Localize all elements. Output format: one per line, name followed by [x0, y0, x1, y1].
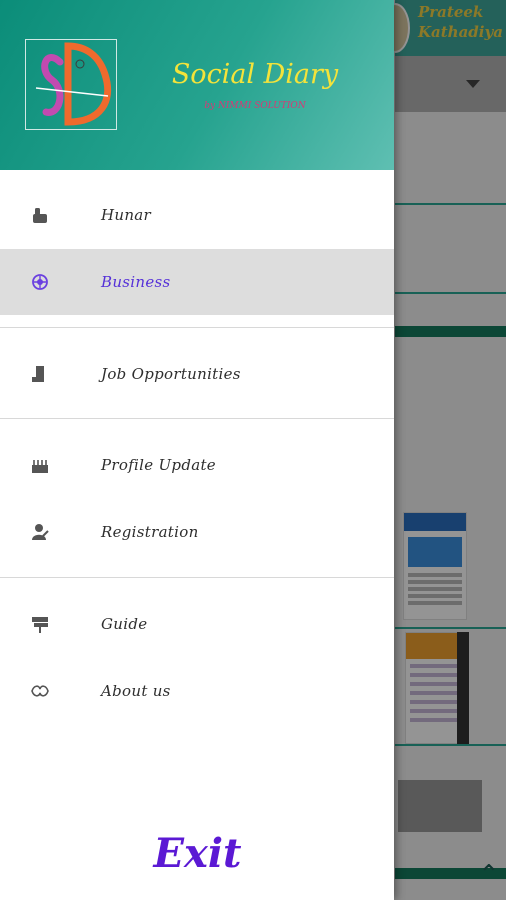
- about-icon: [29, 681, 51, 701]
- menu-item-label: Profile Update: [101, 456, 216, 474]
- guide-icon: [29, 614, 51, 634]
- menu-item-label: Hunar: [101, 206, 152, 224]
- menu-item-guide[interactable]: Guide: [0, 591, 394, 657]
- menu-item-registration[interactable]: Registration: [0, 499, 394, 565]
- menu-item-hunar[interactable]: Hunar: [0, 182, 394, 248]
- exit-button[interactable]: Exit: [130, 826, 265, 882]
- menu-item-label: About us: [101, 682, 171, 700]
- registration-icon: [29, 522, 51, 542]
- menu-item-label: Registration: [101, 523, 199, 541]
- menu-item-profile-update[interactable]: Profile Update: [0, 432, 394, 498]
- menu-item-label: Job Opportunities: [101, 365, 241, 383]
- menu-item-business[interactable]: Business: [0, 249, 394, 315]
- job-icon: [29, 364, 51, 384]
- app-logo: [25, 39, 117, 130]
- drawer-header: Social Diary by NIMMI SOLUTION: [0, 0, 394, 170]
- menu-item-job-opportunities[interactable]: Job Opportunities: [0, 341, 394, 407]
- business-icon: [29, 272, 51, 292]
- profile-update-icon: [29, 455, 51, 475]
- menu-divider: [0, 418, 394, 419]
- navigation-drawer: Social Diary by NIMMI SOLUTION Hunar Bus…: [0, 0, 394, 900]
- logo-icon: [35, 42, 112, 126]
- app-subtitle: by NIMMI SOLUTION: [204, 101, 306, 111]
- menu-item-about-us[interactable]: About us: [0, 658, 394, 724]
- hunar-icon: [29, 205, 51, 225]
- menu-divider: [0, 327, 394, 328]
- menu-item-label: Business: [101, 273, 171, 291]
- app-title: Social Diary: [171, 59, 339, 90]
- menu-item-label: Guide: [101, 615, 148, 633]
- menu-divider: [0, 577, 394, 578]
